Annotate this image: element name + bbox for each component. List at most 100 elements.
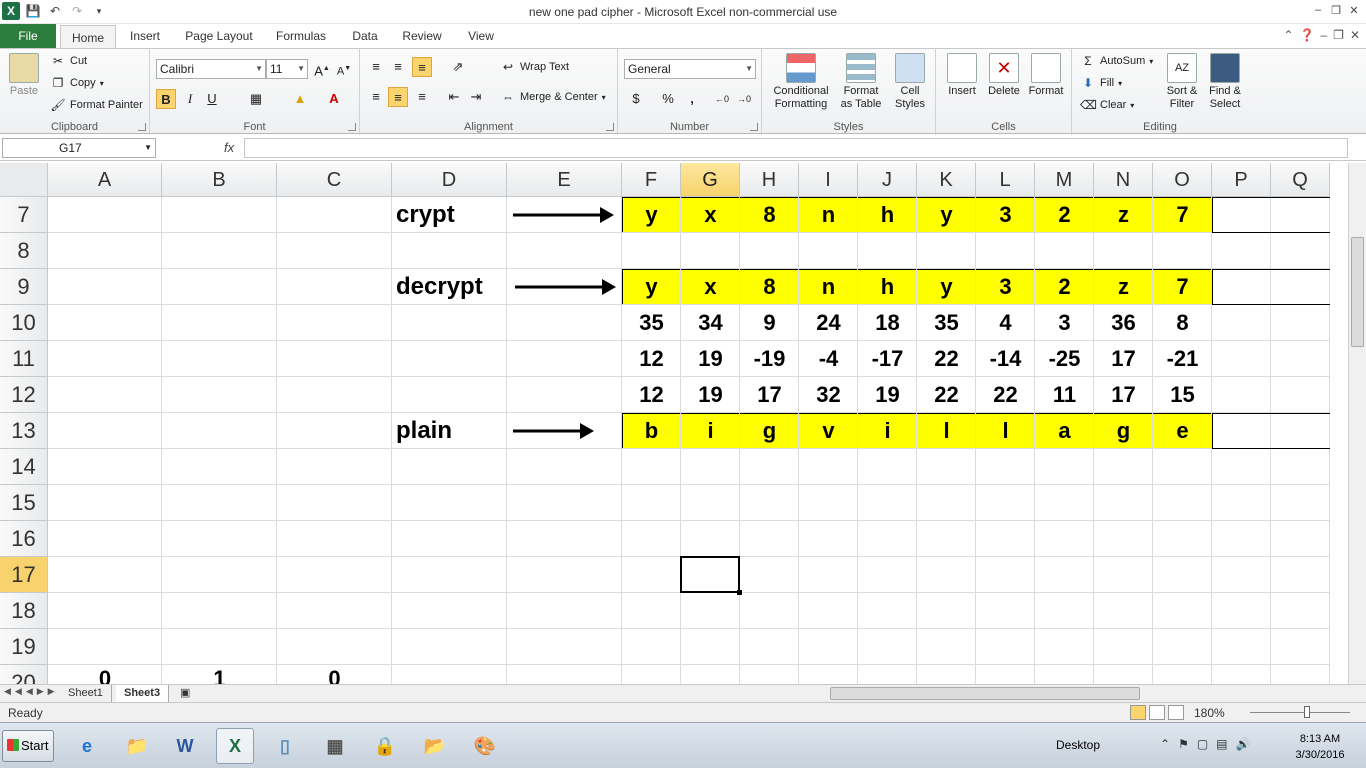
column-header-n[interactable]: N	[1094, 163, 1153, 197]
borders-icon[interactable]: ▦	[246, 89, 266, 109]
sort-filter-button[interactable]: AZ Sort & Filter	[1162, 53, 1202, 111]
cell-j13[interactable]: i	[858, 413, 917, 449]
cell-k11[interactable]: 22	[917, 341, 976, 377]
horizontal-scrollbar[interactable]	[816, 687, 1344, 700]
cell-h7[interactable]: 8	[740, 197, 799, 233]
cell-o13[interactable]: e	[1153, 413, 1212, 449]
column-header-c[interactable]: C	[277, 163, 392, 197]
file-explorer-icon[interactable]: 📁	[118, 728, 156, 764]
cell-g13[interactable]: i	[681, 413, 740, 449]
row-header-10[interactable]: 10	[0, 305, 48, 341]
format-as-table-button[interactable]: Format as Table	[838, 53, 884, 111]
row-header-12[interactable]: 12	[0, 377, 48, 413]
cell-k12[interactable]: 22	[917, 377, 976, 413]
page-layout-view-icon[interactable]	[1149, 705, 1165, 720]
tab-insert[interactable]: Insert	[124, 24, 166, 48]
column-header-b[interactable]: B	[162, 163, 277, 197]
cell-h13[interactable]: g	[740, 413, 799, 449]
normal-view-icon[interactable]	[1130, 705, 1146, 720]
zoom-slider[interactable]	[1250, 712, 1350, 713]
alignment-launcher-icon[interactable]	[606, 123, 614, 131]
orientation-icon[interactable]: ⇗	[448, 57, 468, 77]
cell-l10[interactable]: 4	[976, 305, 1035, 341]
cell-i9[interactable]: n	[799, 269, 858, 305]
shrink-font-icon[interactable]: A▼	[334, 59, 354, 79]
row-header-13[interactable]: 13	[0, 413, 48, 449]
cell-n12[interactable]: 17	[1094, 377, 1153, 413]
comma-button[interactable]: ,	[682, 89, 702, 109]
row-header-15[interactable]: 15	[0, 485, 48, 521]
column-header-o[interactable]: O	[1153, 163, 1212, 197]
column-header-k[interactable]: K	[917, 163, 976, 197]
column-header-q[interactable]: Q	[1271, 163, 1330, 197]
increase-decimal-icon[interactable]: ←0	[712, 89, 732, 109]
horizontal-scroll-thumb[interactable]	[830, 687, 1140, 700]
font-size-select[interactable]: 11 ▼	[266, 59, 308, 79]
cell-k13[interactable]: l	[917, 413, 976, 449]
row-header-7[interactable]: 7	[0, 197, 48, 233]
cell-o11[interactable]: -21	[1153, 341, 1212, 377]
autosum-button[interactable]: Σ AutoSum ▾	[1080, 53, 1153, 69]
sheet-tab-sheet1[interactable]: Sheet1	[60, 685, 112, 702]
underline-button[interactable]: U	[202, 89, 222, 109]
align-bottom-icon[interactable]: ≡	[412, 57, 432, 77]
tab-view[interactable]: View	[464, 24, 498, 48]
column-header-l[interactable]: L	[976, 163, 1035, 197]
cell-o9[interactable]: 7	[1153, 269, 1212, 305]
delete-cells-button[interactable]: ✕ Delete	[984, 53, 1024, 98]
column-header-f[interactable]: F	[622, 163, 681, 197]
cell-g9[interactable]: x	[681, 269, 740, 305]
align-left-icon[interactable]: ≡	[366, 87, 386, 107]
workbook-close-icon[interactable]: ✕	[1350, 28, 1360, 42]
cell-i10[interactable]: 24	[799, 305, 858, 341]
tab-formulas[interactable]: Formulas	[274, 24, 328, 48]
cell-f10[interactable]: 35	[622, 305, 681, 341]
cell-b20[interactable]: 1	[162, 661, 277, 684]
cell-i12[interactable]: 32	[799, 377, 858, 413]
cell-l11[interactable]: -14	[976, 341, 1035, 377]
number-launcher-icon[interactable]	[750, 123, 758, 131]
tab-data[interactable]: Data	[348, 24, 382, 48]
fill-handle[interactable]	[737, 590, 742, 595]
active-cell-g17[interactable]	[680, 556, 740, 593]
currency-button[interactable]: $	[626, 89, 646, 109]
cell-n7[interactable]: z	[1094, 197, 1153, 233]
wrap-text-button[interactable]: ↩ Wrap Text	[500, 59, 569, 75]
cell-o7[interactable]: 7	[1153, 197, 1212, 233]
cell-g11[interactable]: 19	[681, 341, 740, 377]
insert-function-icon[interactable]: fx	[224, 140, 234, 155]
cell-l9[interactable]: 3	[976, 269, 1035, 305]
fill-button[interactable]: ⬇ Fill ▾	[1080, 75, 1122, 91]
cell-l12[interactable]: 22	[976, 377, 1035, 413]
clipboard-launcher-icon[interactable]	[138, 123, 146, 131]
decrease-decimal-icon[interactable]: →0	[734, 89, 754, 109]
paint-icon[interactable]: 🎨	[466, 728, 504, 764]
cell-k7[interactable]: y	[917, 197, 976, 233]
cell-a20[interactable]: 0	[48, 661, 162, 684]
cell-f7[interactable]: y	[622, 197, 681, 233]
align-top-icon[interactable]: ≡	[366, 57, 386, 77]
cell-l13[interactable]: l	[976, 413, 1035, 449]
cell-n9[interactable]: z	[1094, 269, 1153, 305]
cell-i11[interactable]: -4	[799, 341, 858, 377]
cell-m13[interactable]: a	[1035, 413, 1094, 449]
row-header-20[interactable]: 20	[0, 665, 48, 684]
cell-f11[interactable]: 12	[622, 341, 681, 377]
row-header-18[interactable]: 18	[0, 593, 48, 629]
cell-styles-button[interactable]: Cell Styles	[888, 53, 932, 111]
minimize-icon[interactable]: –	[1310, 2, 1326, 18]
column-header-d[interactable]: D	[392, 163, 507, 197]
bold-button[interactable]: B	[156, 89, 176, 109]
internet-explorer-icon[interactable]: e	[68, 728, 106, 764]
formula-input[interactable]	[244, 138, 1348, 158]
tab-review[interactable]: Review	[400, 24, 444, 48]
column-header-g[interactable]: G	[681, 163, 740, 197]
notepad-icon[interactable]: ▯	[266, 728, 304, 764]
cell-c20[interactable]: 0	[277, 661, 392, 684]
cell-o10[interactable]: 8	[1153, 305, 1212, 341]
network-icon[interactable]: ▤	[1216, 737, 1227, 751]
font-name-select[interactable]: Calibri ▼	[156, 59, 266, 79]
find-select-button[interactable]: Find & Select	[1204, 53, 1246, 111]
column-header-e[interactable]: E	[507, 163, 622, 197]
excel-icon[interactable]: X	[216, 728, 254, 764]
